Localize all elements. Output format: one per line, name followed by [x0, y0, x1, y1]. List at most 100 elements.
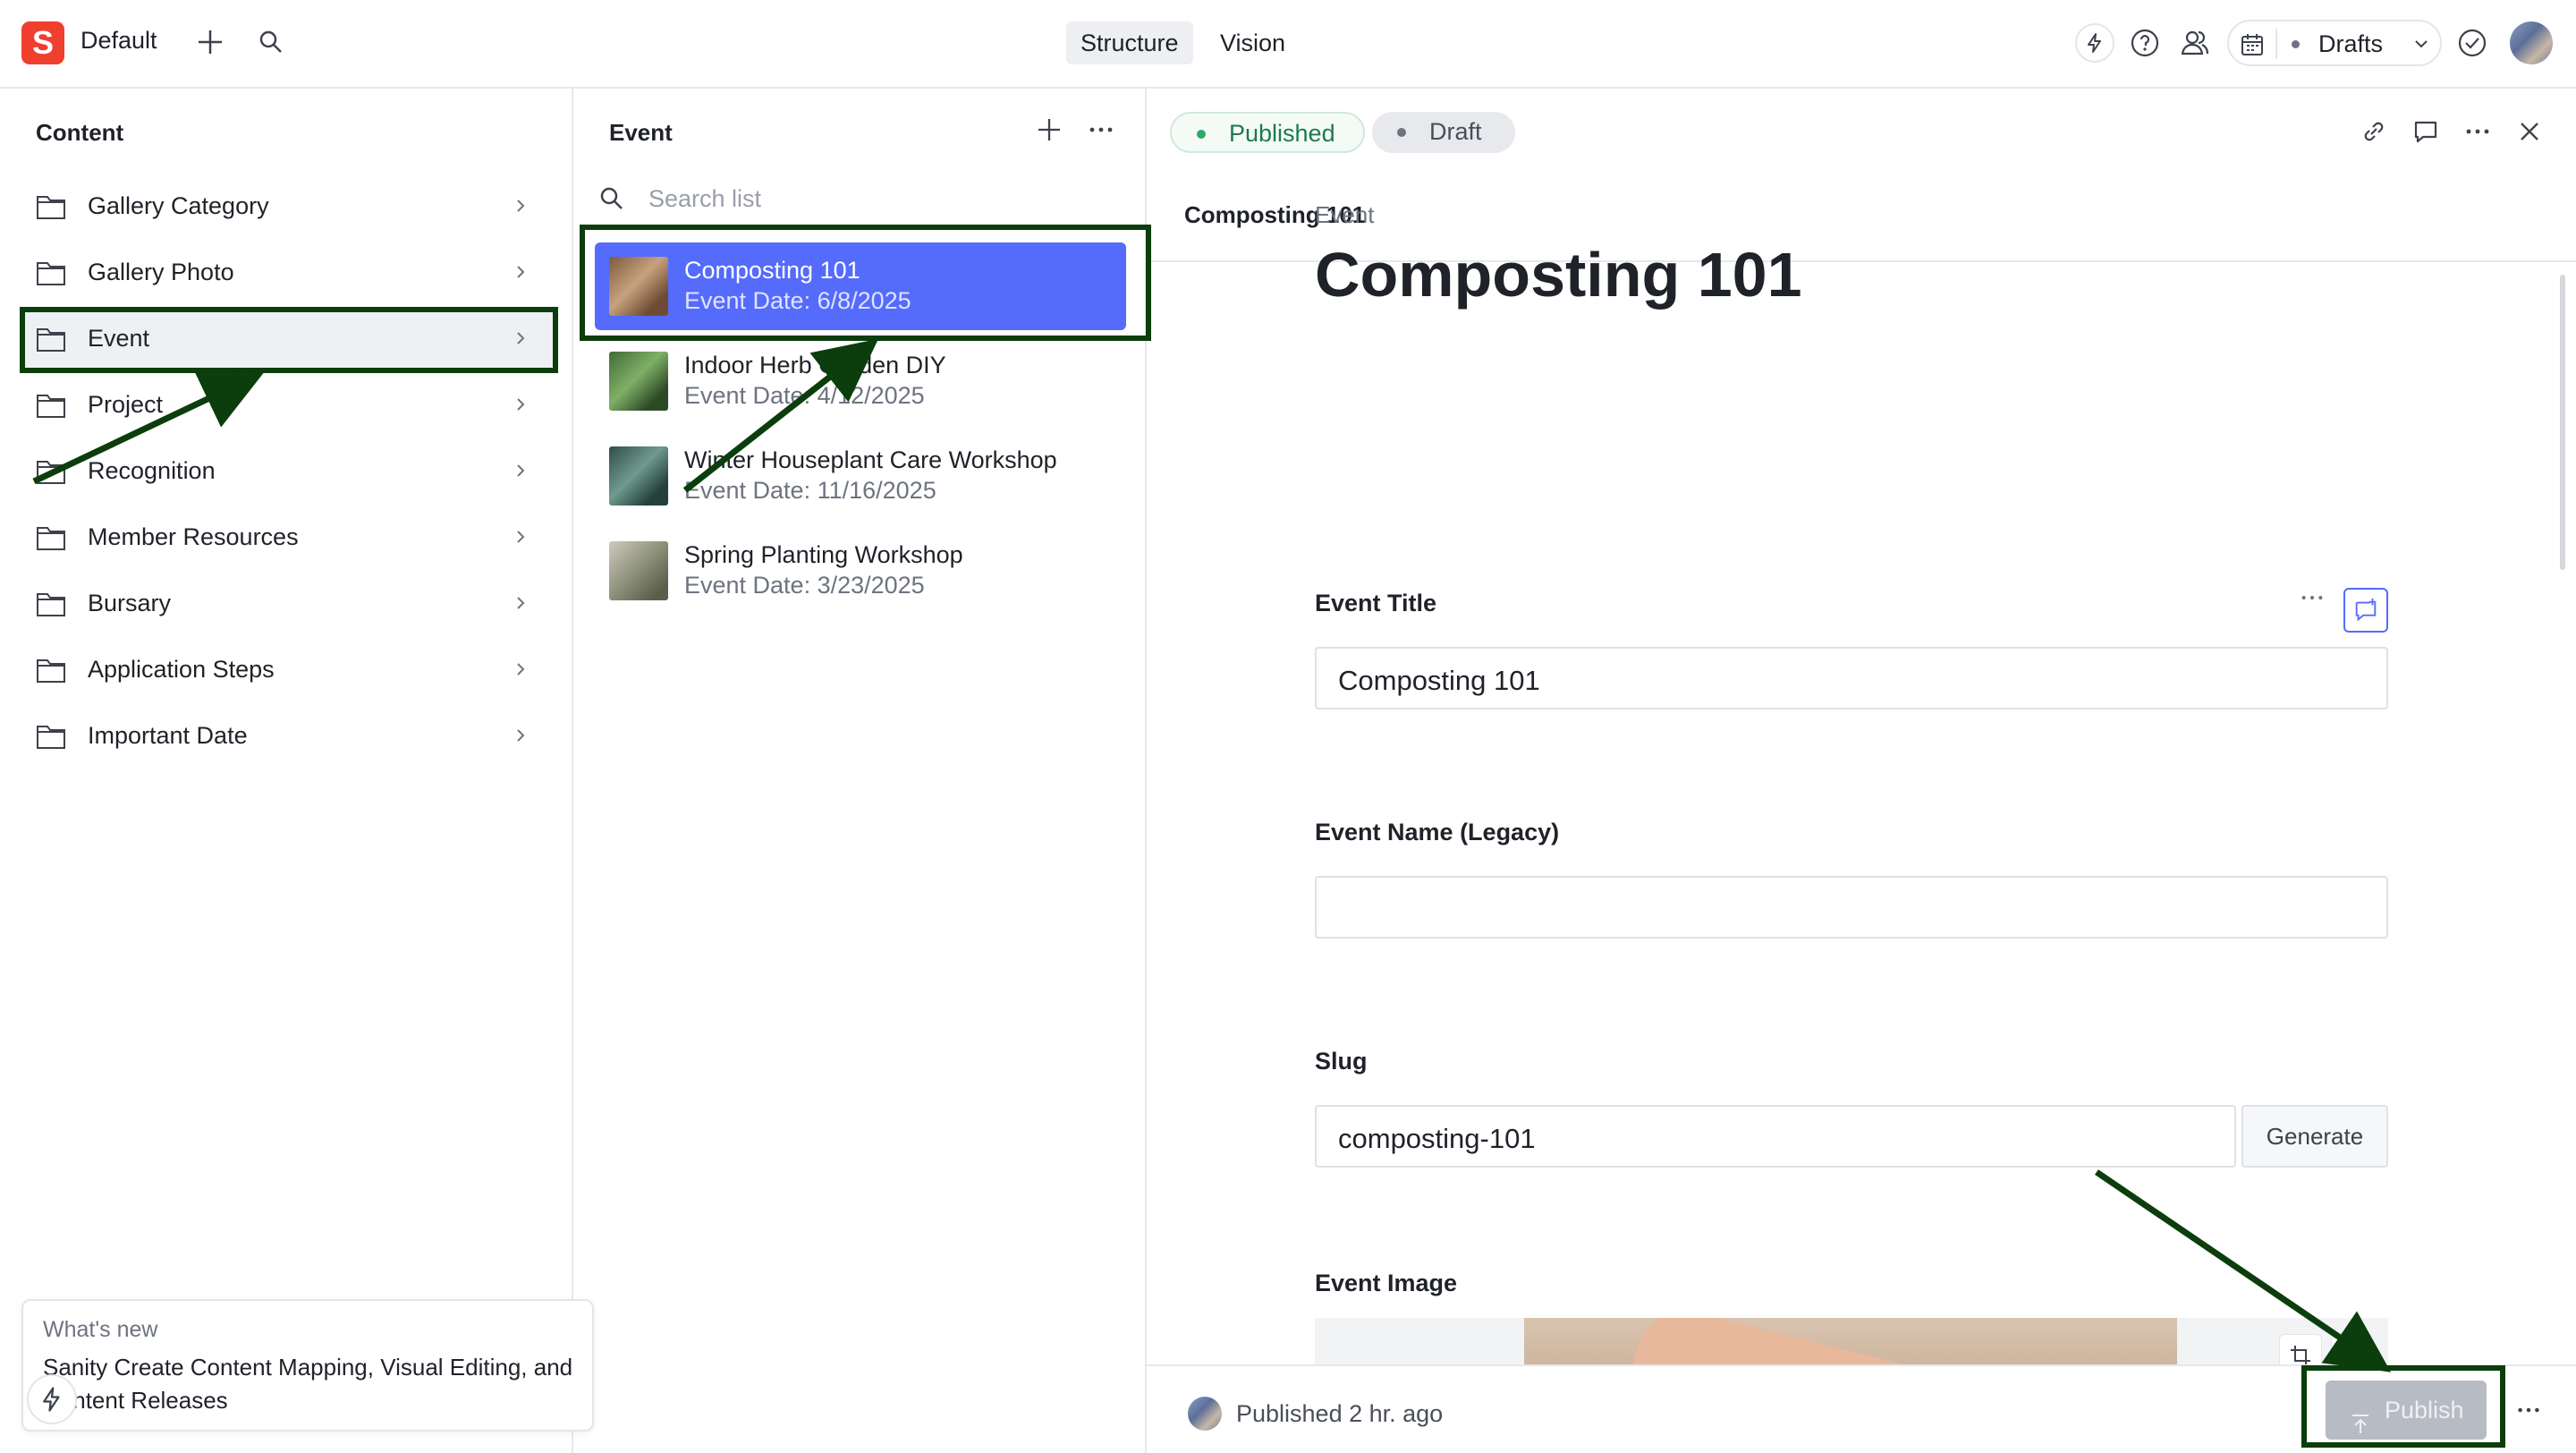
help-icon[interactable] [2129, 27, 2161, 59]
event-list-item[interactable]: Indoor Herb Garden DIY Event Date: 4/12/… [595, 337, 1126, 425]
event-name-legacy-input[interactable] [1315, 876, 2388, 939]
event-thumbnail [609, 446, 668, 506]
more-horizontal-icon[interactable] [2515, 1397, 2542, 1423]
whats-new-text: Sanity Create Content Mapping, Visual Ed… [43, 1354, 573, 1414]
highlight-selected-event [580, 225, 1151, 341]
published-label: Published [1229, 120, 1335, 147]
content-item-bursary[interactable]: Bursary [21, 574, 555, 633]
highlight-publish-button [2301, 1365, 2505, 1448]
folder-icon [36, 392, 66, 423]
divider [2275, 29, 2277, 59]
slug-value: composting-101 [1338, 1123, 1536, 1154]
perspective-label: Drafts [2318, 30, 2384, 57]
more-horizontal-icon[interactable] [1087, 115, 1115, 144]
content-item-important-date[interactable]: Important Date [21, 706, 555, 765]
chevron-right-icon [512, 726, 530, 749]
content-item-label: Member Resources [88, 523, 299, 550]
more-horizontal-icon[interactable] [2463, 117, 2492, 146]
status-dot [1397, 128, 1406, 137]
add-comment-icon[interactable] [2343, 588, 2388, 633]
whats-new-heading: What's new [43, 1317, 158, 1342]
content-item-label: Bursary [88, 590, 172, 616]
tab-structure[interactable]: Structure [1066, 21, 1193, 64]
plus-icon[interactable] [195, 27, 225, 57]
event-image-label: Event Image [1315, 1270, 1458, 1296]
chevron-right-icon [512, 395, 530, 418]
content-item-label: Important Date [88, 722, 248, 749]
status-dot [1197, 130, 1206, 139]
content-item-label: Application Steps [88, 656, 275, 683]
folder-icon [36, 193, 66, 225]
folder-icon [36, 657, 66, 688]
content-item-label: Recognition [88, 457, 216, 484]
event-thumbnail [609, 352, 668, 411]
sanity-logo-icon[interactable]: S [21, 21, 64, 64]
user-avatar[interactable] [2510, 21, 2553, 64]
content-item-member-resources[interactable]: Member Resources [21, 507, 555, 566]
workspace-name[interactable]: Default [80, 27, 157, 55]
folder-icon [36, 524, 66, 556]
event-name-legacy-label: Event Name (Legacy) [1315, 819, 1560, 845]
content-pane-title: Content [36, 119, 124, 146]
chevron-down-icon [2411, 34, 2431, 58]
draft-label: Draft [1429, 118, 1482, 145]
chevron-right-icon [512, 660, 530, 683]
scrollbar[interactable] [2560, 275, 2565, 570]
highlight-event-item [20, 307, 558, 373]
publish-status: Published 2 hr. ago [1236, 1400, 1444, 1427]
content-item-label: Gallery Photo [88, 259, 234, 285]
event-item-date: Event Date: 4/12/2025 [684, 382, 925, 409]
content-item-gallery-category[interactable]: Gallery Category [21, 176, 555, 235]
slug-input[interactable]: composting-101 [1315, 1105, 2236, 1168]
draft-tab[interactable]: Draft [1372, 112, 1515, 153]
content-item-project[interactable]: Project [21, 375, 555, 434]
content-item-label: Gallery Category [88, 192, 269, 219]
content-pane: Content Gallery Category Gallery Photo E… [0, 89, 573, 1453]
event-list-item[interactable]: Spring Planting Workshop Event Date: 3/2… [595, 527, 1126, 615]
plus-icon[interactable] [1035, 115, 1063, 144]
calendar-icon [2240, 32, 2265, 62]
lightning-icon[interactable] [27, 1374, 77, 1424]
chevron-right-icon [512, 462, 530, 484]
users-icon[interactable] [2179, 27, 2211, 59]
chevron-right-icon [512, 528, 530, 550]
more-horizontal-icon[interactable] [2299, 584, 2326, 611]
event-title-label: Event Title [1315, 590, 1437, 616]
whats-new-card[interactable]: What's new Sanity Create Content Mapping… [21, 1299, 594, 1432]
folder-icon [36, 591, 66, 622]
link-icon[interactable] [2360, 117, 2388, 146]
folder-icon [36, 458, 66, 489]
event-item-title: Winter Houseplant Care Workshop [684, 446, 1057, 473]
event-title-input[interactable]: Composting 101 [1315, 647, 2388, 710]
content-item-application-steps[interactable]: Application Steps [21, 640, 555, 699]
chevron-right-icon [512, 594, 530, 616]
top-navbar: S Default Structure Vision Drafts [0, 0, 2576, 89]
comment-icon[interactable] [2411, 117, 2440, 146]
chevron-right-icon [512, 263, 530, 285]
search-icon[interactable] [258, 29, 284, 55]
content-item-recognition[interactable]: Recognition [21, 441, 555, 500]
generate-slug-button[interactable]: Generate [2241, 1105, 2388, 1168]
search-input[interactable]: Search list [648, 185, 761, 213]
status-dot [2292, 40, 2300, 48]
content-item-gallery-photo[interactable]: Gallery Photo [21, 242, 555, 302]
content-item-label: Project [88, 391, 164, 418]
lightning-icon[interactable] [2075, 23, 2114, 63]
event-thumbnail [609, 541, 668, 600]
event-item-title: Spring Planting Workshop [684, 541, 963, 568]
event-item-date: Event Date: 11/16/2025 [684, 477, 936, 504]
slug-label: Slug [1315, 1048, 1368, 1075]
published-tab[interactable]: Published [1170, 112, 1365, 153]
avatar [1188, 1397, 1222, 1431]
event-list-item[interactable]: Winter Houseplant Care Workshop Event Da… [595, 432, 1126, 520]
document-type-label: Event [1315, 201, 1375, 228]
document-pane: Published Draft Composting 101 Event Com… [1147, 89, 2576, 1453]
check-circle-icon[interactable] [2456, 27, 2488, 59]
close-icon[interactable] [2515, 117, 2544, 146]
tab-vision[interactable]: Vision [1206, 21, 1300, 64]
chevron-right-icon [512, 197, 530, 219]
perspective-selector[interactable]: Drafts [2227, 20, 2442, 66]
event-item-title: Indoor Herb Garden DIY [684, 352, 946, 378]
event-title-value: Composting 101 [1338, 665, 1540, 696]
search-icon [598, 185, 625, 212]
